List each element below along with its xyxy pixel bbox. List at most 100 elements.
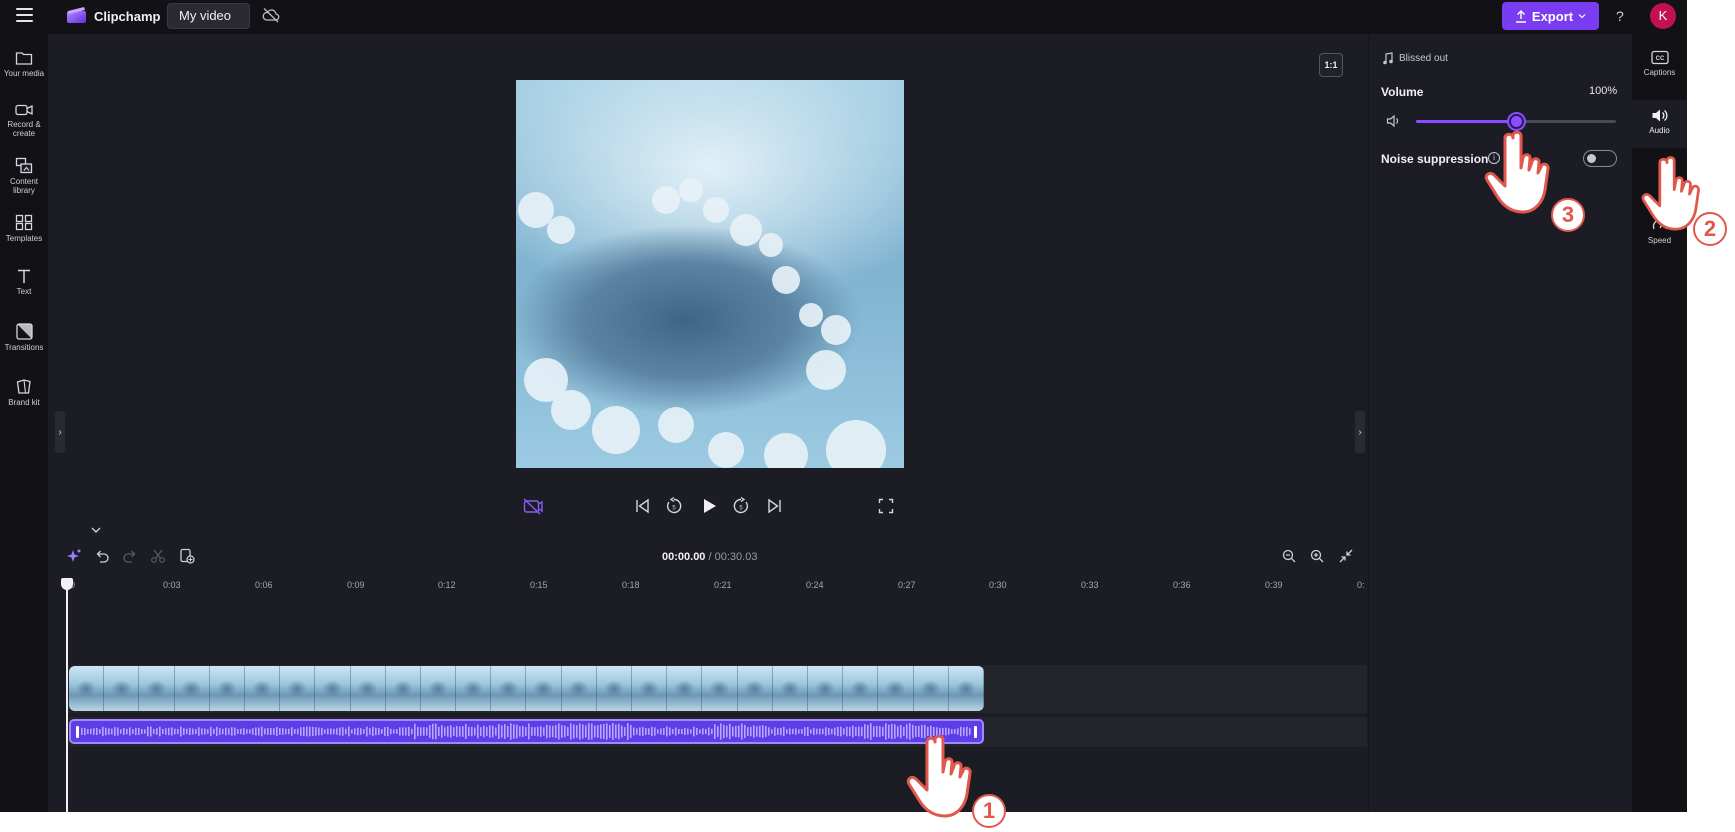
export-button[interactable]: Export [1502, 2, 1599, 30]
waveform-bar [162, 728, 164, 735]
waveform-bar [714, 724, 716, 739]
waveform-bar [264, 728, 266, 735]
rail-item-captions[interactable]: CC Captions [1632, 50, 1687, 77]
fullscreen-icon[interactable] [878, 497, 894, 515]
clip-frame [456, 666, 492, 711]
split-scissors-icon[interactable] [150, 548, 166, 564]
waveform-bar [582, 724, 584, 739]
svg-text:CC: CC [1655, 56, 1664, 62]
waveform-bar [678, 728, 680, 735]
waveform-bar [459, 726, 461, 737]
sidebar-item-transitions[interactable]: Transitions [0, 323, 48, 352]
volume-slider-thumb[interactable] [1509, 114, 1524, 129]
noise-suppression-label: Noise suppression [1381, 152, 1489, 166]
sidebar-item-record-create[interactable]: Record & create [0, 103, 48, 138]
sidebar-item-brand-kit[interactable]: Brand kit [0, 378, 48, 407]
ai-sparkle-icon[interactable] [66, 548, 82, 564]
waveform-bar [873, 726, 875, 737]
waveform-bar [375, 727, 377, 736]
waveform-bar [285, 728, 287, 735]
clipchamp-editor: Clipchamp My video Export ? K Your media… [0, 0, 1687, 812]
waveform-bar [630, 725, 632, 738]
playhead[interactable] [66, 583, 68, 812]
waveform-bar [102, 726, 104, 737]
playhead-handle[interactable] [61, 578, 73, 590]
help-icon[interactable]: ? [1616, 8, 1624, 24]
sidebar-item-your-media[interactable]: Your media [0, 50, 48, 78]
waveform-bar [720, 723, 722, 740]
waveform-bar [213, 728, 215, 735]
waveform-bar [627, 723, 629, 740]
noise-suppression-toggle[interactable] [1583, 150, 1617, 167]
audio-trim-handle-start[interactable] [76, 726, 79, 738]
sidebar-item-templates[interactable]: Templates [0, 214, 48, 243]
undo-icon[interactable] [94, 548, 110, 564]
ruler-tick: 0:30 [989, 580, 1007, 590]
expand-right-panel-button[interactable]: › [1355, 411, 1365, 453]
waveform-bar [531, 727, 533, 736]
waveform-bar [318, 727, 320, 736]
waveform-bar [549, 725, 551, 738]
clip-frame [667, 666, 703, 711]
clip-frame [772, 666, 808, 711]
waveform-bar [594, 725, 596, 738]
captions-icon: CC [1650, 50, 1669, 65]
waveform-bar [786, 729, 788, 734]
rewind-5s-icon[interactable]: 5 [665, 497, 683, 515]
speaker-volume-icon[interactable] [1386, 114, 1401, 128]
waveform-bar [669, 727, 671, 736]
waveform-bar [351, 729, 353, 734]
waveform-bar [345, 728, 347, 735]
skip-to-end-icon[interactable] [766, 497, 782, 515]
waveform-bar [96, 727, 98, 736]
app-name: Clipchamp [94, 9, 161, 24]
video-preview[interactable] [516, 80, 904, 468]
video-clip[interactable] [69, 666, 984, 711]
collapse-timeline-chevron-icon[interactable] [88, 524, 104, 536]
ruler-tick: 0:06 [255, 580, 273, 590]
waveform-bar [552, 725, 554, 738]
waveform-bar [261, 726, 263, 737]
waveform-bar [306, 726, 308, 737]
expand-left-panel-button[interactable]: › [55, 411, 65, 453]
menu-icon[interactable] [16, 8, 33, 24]
ruler-tick: 0:12 [438, 580, 456, 590]
rail-item-audio[interactable]: Audio [1632, 100, 1687, 148]
waveform-bar [381, 729, 383, 734]
audio-clip[interactable] [69, 719, 984, 744]
waveform-bar [228, 728, 230, 735]
waveform-bar [564, 725, 566, 738]
sidebar-item-text[interactable]: Text [0, 268, 48, 296]
waveform-bar [495, 727, 497, 736]
play-icon[interactable] [700, 497, 718, 515]
clip-frame [702, 666, 738, 711]
zoom-out-icon[interactable] [1281, 548, 1297, 564]
cloud-off-icon[interactable] [262, 7, 280, 23]
sidebar-item-content-library[interactable]: Content library [0, 157, 48, 195]
waveform-bar [666, 726, 668, 737]
fit-timeline-icon[interactable] [1338, 548, 1354, 564]
waveform-bar [747, 727, 749, 736]
avatar[interactable]: K [1650, 3, 1676, 29]
waveform-bar [696, 727, 698, 736]
redo-icon[interactable] [122, 548, 138, 564]
skip-to-start-icon[interactable] [635, 497, 651, 515]
forward-5s-icon[interactable]: 5 [732, 497, 750, 515]
folder-icon [15, 52, 33, 65]
waveform-bar [831, 728, 833, 735]
waveform-bar [111, 728, 113, 735]
zoom-in-icon[interactable] [1309, 548, 1325, 564]
waveform-bar [540, 726, 542, 737]
aspect-ratio-button[interactable]: 1:1 [1319, 53, 1343, 77]
camera-off-ai-icon[interactable] [523, 497, 543, 515]
waveform-bar [636, 728, 638, 735]
waveform-bar [177, 728, 179, 735]
project-title-input[interactable]: My video [167, 3, 250, 29]
volume-slider[interactable] [1416, 114, 1616, 129]
step-badge: 1 [972, 794, 1006, 828]
waveform-bar [798, 729, 800, 734]
waveform-bar [897, 726, 899, 737]
waveform-bar [186, 728, 188, 735]
waveform-bar [735, 725, 737, 738]
add-media-icon[interactable] [179, 548, 195, 564]
